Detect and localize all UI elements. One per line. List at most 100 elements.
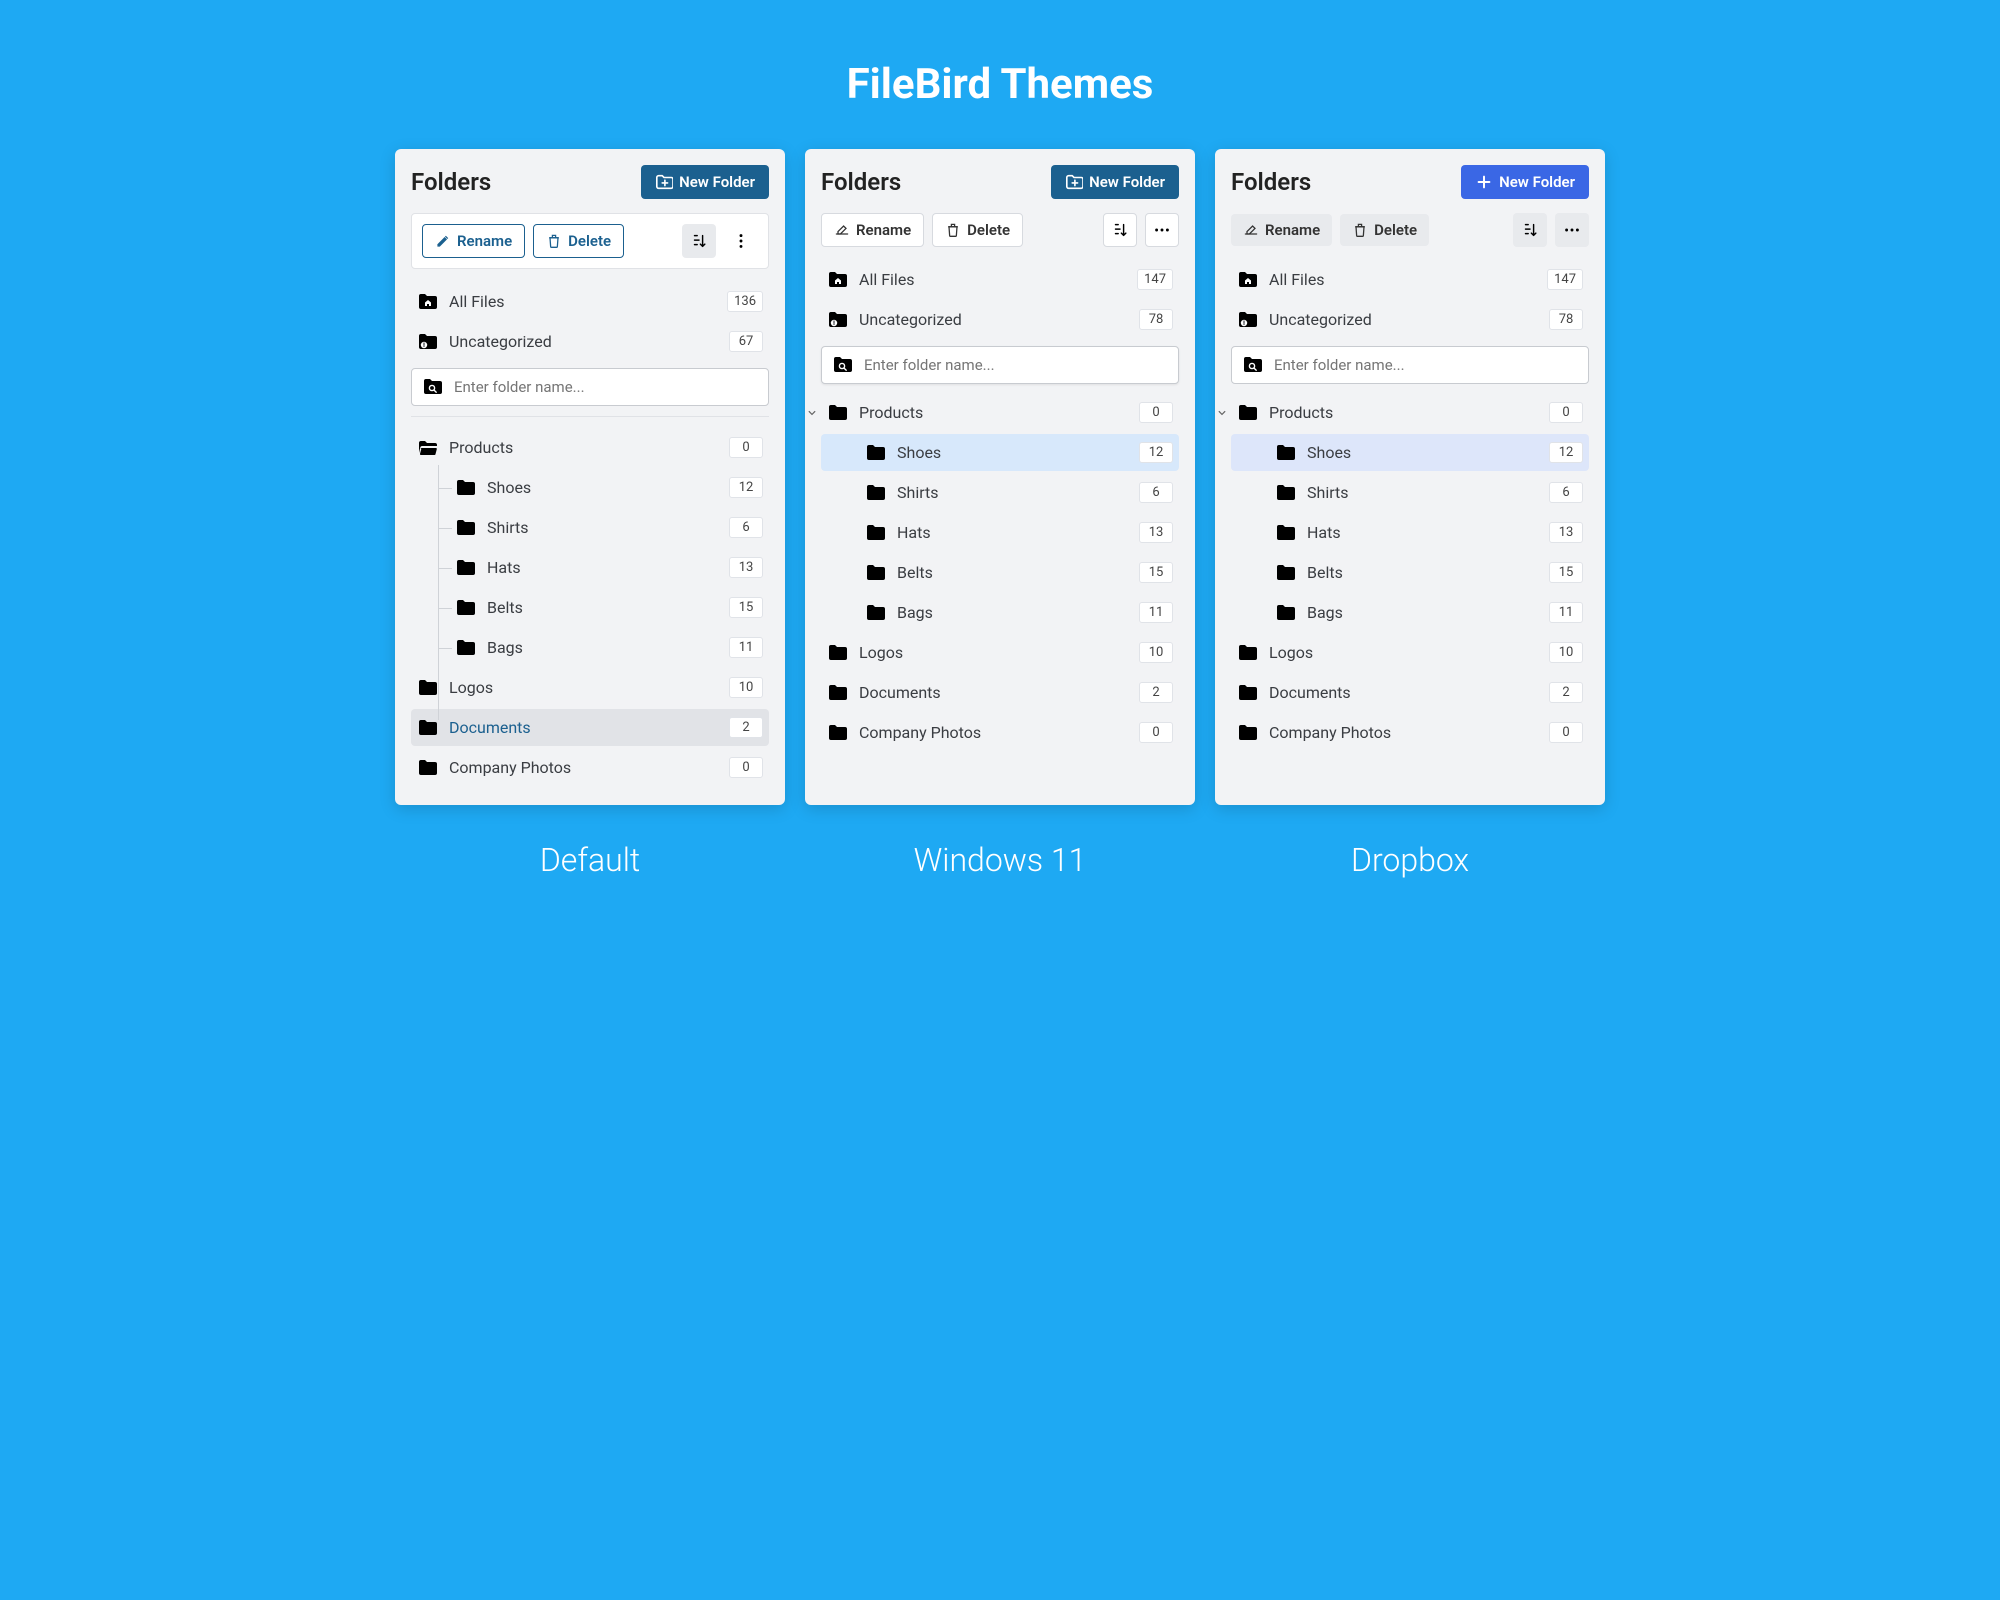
- folder-row-logos[interactable]: Logos 10: [1231, 634, 1589, 671]
- folder-icon: [455, 638, 477, 658]
- new-folder-button[interactable]: New Folder: [1461, 165, 1589, 199]
- folder-icon: [455, 478, 477, 498]
- delete-button[interactable]: Delete: [1340, 214, 1429, 246]
- folder-row-bags[interactable]: Bags 11: [821, 594, 1179, 631]
- search-row[interactable]: [821, 346, 1179, 384]
- folder-open-icon: [417, 438, 439, 458]
- all-files-label: All Files: [1269, 270, 1325, 289]
- folder-row-hats[interactable]: Hats 13: [411, 549, 769, 586]
- folder-row-hats[interactable]: Hats 13: [821, 514, 1179, 551]
- rename-button[interactable]: Rename: [1231, 214, 1332, 246]
- new-folder-button[interactable]: New Folder: [1051, 165, 1179, 199]
- folder-row-hats[interactable]: Hats 13: [1231, 514, 1589, 551]
- folder-icon: [1237, 683, 1259, 703]
- search-row[interactable]: [411, 368, 769, 406]
- folders-heading: Folders: [1231, 168, 1311, 196]
- more-button[interactable]: [724, 224, 758, 258]
- folder-row-products[interactable]: Products 0: [411, 429, 769, 466]
- folder-icon: [1237, 643, 1259, 663]
- folder-icon: [1237, 723, 1259, 743]
- sort-button[interactable]: [1103, 213, 1137, 247]
- panel-windows11: Folders New Folder Rename Delete All Fil…: [805, 149, 1195, 805]
- uncategorized-row[interactable]: Uncategorized 78: [821, 301, 1179, 338]
- folder-icon: [865, 483, 887, 503]
- folder-icon: [865, 603, 887, 623]
- folder-row-company-photos[interactable]: Company Photos 0: [1231, 714, 1589, 751]
- search-input[interactable]: [454, 378, 758, 396]
- folder-icon: [827, 683, 849, 703]
- delete-button[interactable]: Delete: [533, 224, 624, 258]
- folder-icon: [1275, 443, 1297, 463]
- caption-dropbox: Dropbox: [1215, 841, 1605, 879]
- all-files-count: 147: [1137, 269, 1173, 290]
- folder-row-shoes[interactable]: Shoes 12: [821, 434, 1179, 471]
- folder-row-bags[interactable]: Bags 11: [411, 629, 769, 666]
- uncategorized-count: 78: [1549, 309, 1583, 330]
- more-button[interactable]: [1145, 213, 1179, 247]
- page-title: FileBird Themes: [40, 60, 1960, 109]
- all-files-count: 136: [727, 291, 763, 312]
- uncategorized-folder-icon: [417, 332, 439, 352]
- folder-row-belts[interactable]: Belts 15: [821, 554, 1179, 591]
- chevron-down-icon[interactable]: [805, 406, 819, 420]
- home-folder-icon: [417, 292, 439, 312]
- folder-icon: [1275, 483, 1297, 503]
- folder-icon: [865, 443, 887, 463]
- uncategorized-row[interactable]: Uncategorized 67: [411, 323, 769, 360]
- rename-button[interactable]: Rename: [422, 224, 525, 258]
- search-input[interactable]: [1274, 356, 1578, 374]
- delete-button[interactable]: Delete: [932, 213, 1023, 247]
- folder-icon: [865, 523, 887, 543]
- sort-icon: [1521, 221, 1539, 239]
- folder-icon: [1275, 563, 1297, 583]
- all-files-row[interactable]: All Files 147: [1231, 261, 1589, 298]
- folder-row-documents[interactable]: Documents 2: [821, 674, 1179, 711]
- search-input[interactable]: [864, 356, 1168, 374]
- search-folder-icon: [832, 355, 854, 375]
- folder-icon: [1275, 603, 1297, 623]
- folder-row-products[interactable]: Products 0: [821, 394, 1179, 431]
- all-files-row[interactable]: All Files 147: [821, 261, 1179, 298]
- folder-icon: [455, 598, 477, 618]
- folder-icon: [865, 563, 887, 583]
- rename-button[interactable]: Rename: [821, 213, 924, 247]
- folder-icon: [1275, 523, 1297, 543]
- uncategorized-folder-icon: [827, 310, 849, 330]
- more-button[interactable]: [1555, 213, 1589, 247]
- folder-row-shoes[interactable]: Shoes 12: [411, 469, 769, 506]
- folder-row-products[interactable]: Products 0: [1231, 394, 1589, 431]
- folder-icon: [827, 723, 849, 743]
- folder-row-documents[interactable]: Documents 2: [1231, 674, 1589, 711]
- folder-row-bags[interactable]: Bags 11: [1231, 594, 1589, 631]
- trash-icon: [546, 233, 562, 249]
- rename-icon: [1243, 222, 1259, 238]
- trash-icon: [1352, 222, 1368, 238]
- sort-button[interactable]: [1513, 213, 1547, 247]
- folder-row-shoes[interactable]: Shoes 12: [1231, 434, 1589, 471]
- sort-icon: [690, 232, 708, 250]
- search-row[interactable]: [1231, 346, 1589, 384]
- folder-row-documents[interactable]: Documents 2: [411, 709, 769, 746]
- folder-row-logos[interactable]: Logos 10: [411, 669, 769, 706]
- folder-row-shirts[interactable]: Shirts 6: [821, 474, 1179, 511]
- folder-icon: [455, 558, 477, 578]
- home-folder-icon: [827, 270, 849, 290]
- all-files-row[interactable]: All Files 136: [411, 283, 769, 320]
- chevron-down-icon[interactable]: [1215, 406, 1229, 420]
- folder-row-belts[interactable]: Belts 15: [1231, 554, 1589, 591]
- more-horizontal-icon: [1563, 221, 1581, 239]
- sort-button[interactable]: [682, 224, 716, 258]
- folder-row-shirts[interactable]: Shirts 6: [411, 509, 769, 546]
- folder-row-belts[interactable]: Belts 15: [411, 589, 769, 626]
- folder-row-company-photos[interactable]: Company Photos 0: [821, 714, 1179, 751]
- new-folder-icon: [655, 173, 673, 191]
- uncategorized-row[interactable]: Uncategorized 78: [1231, 301, 1589, 338]
- folder-row-company-photos[interactable]: Company Photos 0: [411, 749, 769, 786]
- more-horizontal-icon: [1153, 221, 1171, 239]
- sort-icon: [1111, 221, 1129, 239]
- folder-icon: [827, 643, 849, 663]
- new-folder-button[interactable]: New Folder: [641, 165, 769, 199]
- folder-row-logos[interactable]: Logos 10: [821, 634, 1179, 671]
- folder-row-shirts[interactable]: Shirts 6: [1231, 474, 1589, 511]
- plus-icon: [1475, 173, 1493, 191]
